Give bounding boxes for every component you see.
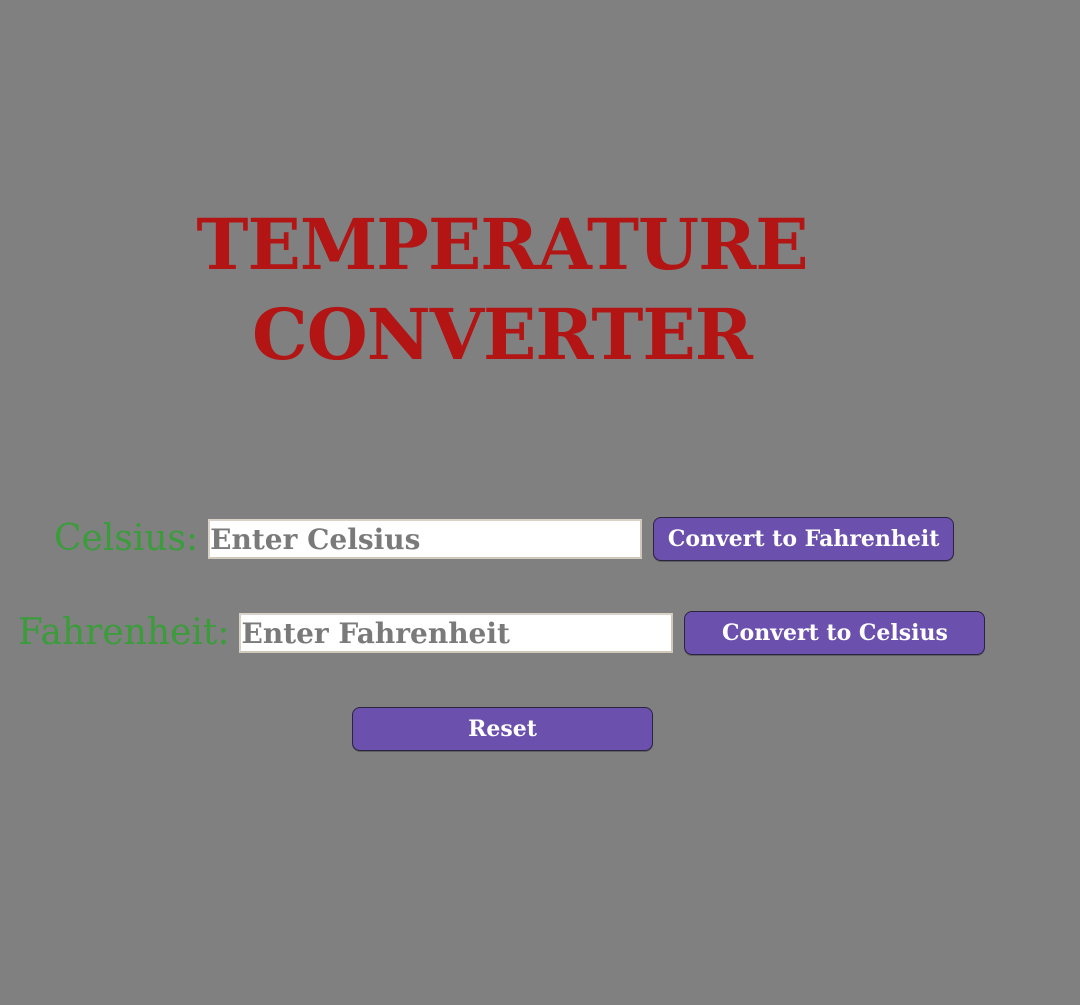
celsius-row: Celsius: Convert to Fahrenheit bbox=[54, 516, 955, 562]
page-title-line-2: CONVERTER bbox=[252, 293, 753, 376]
fahrenheit-label: Fahrenheit: bbox=[18, 612, 230, 653]
convert-to-fahrenheit-button[interactable]: Convert to Fahrenheit bbox=[653, 517, 955, 561]
convert-to-celsius-button[interactable]: Convert to Celsius bbox=[684, 611, 986, 655]
fahrenheit-input[interactable] bbox=[239, 613, 674, 653]
fahrenheit-row: Fahrenheit: Convert to Celsius bbox=[18, 610, 986, 656]
page-title: TEMPERATURE CONVERTER bbox=[0, 200, 1004, 380]
page-title-line-1: TEMPERATURE bbox=[196, 203, 808, 286]
reset-button[interactable]: Reset bbox=[352, 707, 653, 751]
celsius-label: Celsius: bbox=[54, 518, 199, 559]
celsius-input[interactable] bbox=[208, 519, 643, 559]
